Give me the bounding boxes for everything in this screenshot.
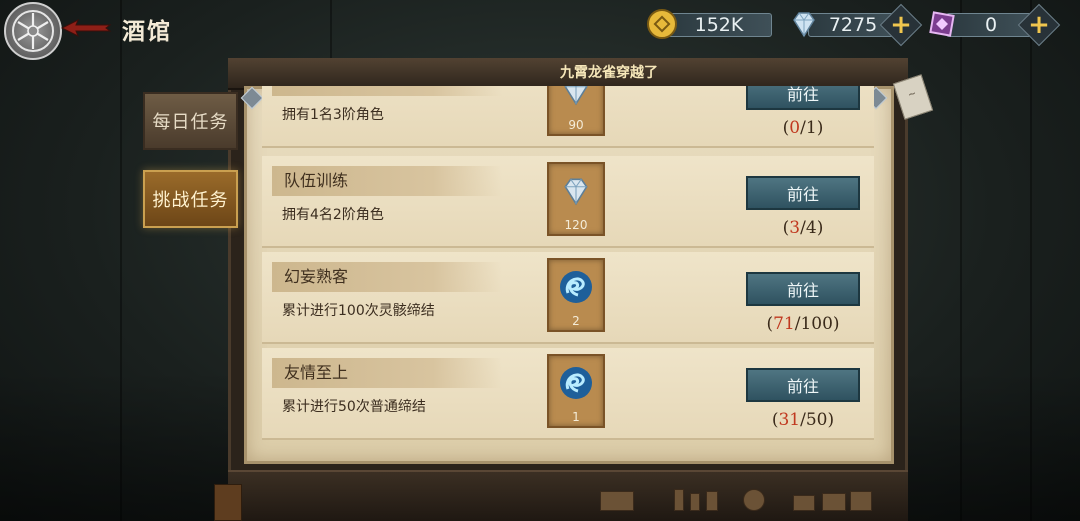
tab-challenge-tasks[interactable]: 挑战任务 — [143, 170, 238, 228]
diamond-icon — [564, 178, 588, 206]
gold-counter: 152K — [646, 9, 774, 40]
back-arrow-icon[interactable] — [60, 16, 112, 40]
task-progress: (71/100) — [766, 314, 840, 334]
task-name: 友情至上 — [272, 358, 502, 388]
plus-icon: + — [1028, 10, 1050, 40]
page-title: 酒馆 — [122, 19, 172, 45]
jar-icon — [706, 491, 718, 511]
task-row: 拥有1名3阶角色 90 前往 (0/1) — [262, 86, 874, 148]
reward-slot[interactable]: 2 — [547, 258, 605, 332]
blue-spirit-icon — [560, 271, 592, 303]
task-row: 队伍训练 拥有4名2阶角色 120 前往 (3/4) — [262, 156, 874, 248]
bottle-icon — [690, 493, 700, 511]
task-progress: (0/1) — [782, 118, 824, 138]
task-row: 友情至上 累计进行50次普通缔结 1 前往 (31/50) — [262, 348, 874, 440]
swirl-menu-icon — [12, 10, 54, 52]
purple-crystal-icon — [929, 11, 955, 37]
task-description: 拥有1名3阶角色 — [282, 107, 384, 123]
tab-daily-tasks[interactable]: 每日任务 — [143, 92, 238, 150]
go-button[interactable]: 前往 — [746, 368, 860, 402]
progress-current: 0 — [789, 118, 801, 138]
task-description: 累计进行100次灵骸缔结 — [282, 303, 435, 319]
go-button[interactable]: 前往 — [746, 272, 860, 306]
go-button[interactable]: 前往 — [746, 176, 860, 210]
go-button[interactable]: 前往 — [746, 86, 860, 110]
back-button[interactable] — [4, 2, 62, 60]
bottle-icon — [674, 489, 684, 511]
reward-count: 2 — [572, 314, 580, 328]
task-description: 累计进行50次普通缔结 — [282, 399, 426, 415]
diamond-icon — [793, 12, 815, 38]
news-ticker: 九霄龙雀穿越了 — [560, 65, 658, 81]
box-icon — [822, 493, 846, 511]
reward-count: 1 — [572, 410, 580, 424]
progress-total: 4 — [805, 218, 817, 238]
barrel-icon — [214, 484, 242, 521]
progress-total: 100 — [800, 314, 833, 334]
coin-icon — [743, 489, 765, 511]
top-bar: 酒馆 152K 7275 + 0 + — [0, 0, 1080, 60]
blue-spirit-icon — [560, 367, 592, 399]
coin-icon — [647, 9, 677, 39]
task-progress: (31/50) — [771, 410, 835, 430]
bottom-shelf — [228, 470, 908, 521]
progress-current: 71 — [773, 314, 795, 334]
progress-total: 50 — [805, 410, 828, 430]
progress-current: 31 — [778, 410, 801, 430]
gold-value: 152K — [666, 13, 772, 37]
plus-icon: + — [890, 10, 912, 40]
task-description: 拥有4名2阶角色 — [282, 207, 384, 223]
box-icon — [850, 491, 872, 511]
reward-count: 90 — [568, 118, 584, 132]
reward-slot[interactable]: 120 — [547, 162, 605, 236]
task-row: 幻妄熟客 累计进行100次灵骸缔结 2 前往 (71/100) — [262, 252, 874, 344]
diamond-icon — [564, 86, 588, 106]
task-name — [272, 86, 502, 96]
reward-count: 120 — [564, 218, 588, 232]
task-progress: (3/4) — [782, 218, 824, 238]
reward-slot[interactable]: 1 — [547, 354, 605, 428]
progress-current: 3 — [789, 218, 801, 238]
book-icon — [600, 491, 634, 511]
task-name: 队伍训练 — [272, 166, 502, 196]
task-name: 幻妄熟客 — [272, 262, 502, 292]
reward-slot[interactable]: 90 — [547, 86, 605, 136]
task-list[interactable]: 拥有1名3阶角色 90 前往 (0/1) 队伍训练 拥有4名2阶角色 120 前… — [262, 86, 874, 462]
box-icon — [793, 495, 815, 511]
progress-total: 1 — [805, 118, 817, 138]
